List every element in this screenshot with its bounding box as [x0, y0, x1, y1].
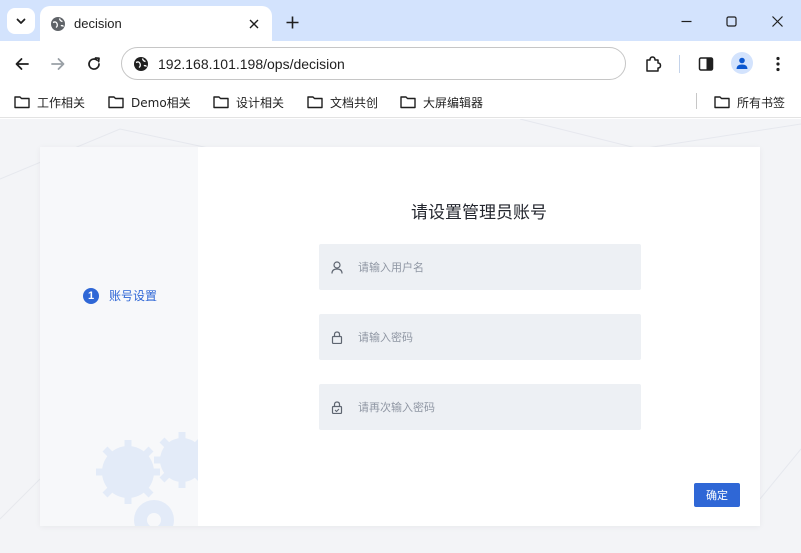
bookmark-label: Demo相关 — [131, 95, 191, 110]
bookmarks-divider — [696, 93, 697, 109]
toolbar-divider — [679, 55, 680, 73]
username-input[interactable] — [358, 260, 628, 274]
password-field[interactable] — [319, 314, 641, 360]
side-panel-button[interactable] — [694, 52, 718, 76]
close-icon[interactable] — [246, 16, 262, 32]
forward-icon — [51, 58, 65, 70]
profile-icon — [736, 57, 748, 69]
page-viewport: 1 账号设置 请设置管理员账号 请输入用户名 确定 — [0, 119, 801, 553]
back-icon — [15, 58, 29, 70]
maximize-button[interactable] — [720, 10, 742, 32]
page-title: 请设置管理员账号 — [411, 203, 547, 223]
step-account-setup: 1 账号设置 — [83, 287, 157, 304]
extensions-button[interactable] — [641, 52, 665, 76]
folder-icon — [307, 96, 323, 109]
bookmark-label: 文档共创 — [330, 95, 379, 110]
folder-icon — [213, 96, 229, 109]
address-bar[interactable]: 192.168.101.198/ops/decision — [121, 47, 626, 80]
confirm-password-field[interactable] — [319, 384, 641, 430]
new-tab-button[interactable] — [281, 11, 303, 33]
bookmark-label: 设计相关 — [236, 95, 285, 110]
address-url[interactable]: 192.168.101.198/ops/decision — [158, 56, 345, 72]
confirm-password-input[interactable] — [358, 400, 628, 414]
minimize-icon — [681, 20, 691, 22]
menu-icon — [776, 56, 780, 72]
browser-toolbar: 192.168.101.198/ops/decision — [0, 41, 801, 86]
gears-illustration-icon — [96, 432, 198, 526]
folder-icon — [714, 96, 730, 109]
all-bookmarks-label: 所有书签 — [737, 95, 786, 110]
step-number-badge: 1 — [83, 287, 99, 304]
browser-menu-button[interactable] — [766, 52, 790, 76]
bookmark-folder[interactable]: Demo相关 — [108, 92, 191, 112]
extensions-icon — [646, 56, 662, 72]
folder-icon — [14, 96, 30, 109]
globe-icon — [50, 16, 66, 32]
plus-icon — [286, 16, 298, 28]
lock-check-icon — [330, 400, 344, 414]
browser-tab[interactable]: decision — [40, 6, 272, 41]
bookmark-label: 工作相关 — [37, 95, 86, 110]
site-info-icon[interactable] — [132, 55, 150, 73]
close-icon — [771, 15, 783, 27]
minimize-button[interactable] — [675, 10, 697, 32]
side-panel-icon — [698, 57, 714, 71]
reload-icon — [88, 57, 100, 70]
chevron-down-icon — [16, 18, 26, 24]
folder-icon — [400, 96, 416, 109]
maximize-icon — [725, 15, 737, 27]
tab-title: decision — [74, 16, 122, 31]
confirm-button[interactable]: 确定 — [694, 483, 740, 507]
bookmark-folder[interactable]: 工作相关 — [14, 92, 85, 112]
window-close-button[interactable] — [766, 10, 788, 32]
user-icon — [330, 260, 344, 274]
step-label: 账号设置 — [109, 289, 158, 303]
profile-button[interactable] — [731, 52, 753, 74]
folder-icon — [108, 96, 124, 109]
reload-button[interactable] — [82, 52, 106, 76]
steps-panel: 1 账号设置 — [40, 147, 198, 526]
bookmark-folder[interactable]: 设计相关 — [213, 92, 284, 112]
lock-icon — [330, 330, 344, 344]
forward-button[interactable] — [46, 52, 70, 76]
browser-title-bar: decision — [0, 0, 801, 41]
back-button[interactable] — [10, 52, 34, 76]
setup-card: 1 账号设置 请设置管理员账号 请输入用户名 确定 — [40, 147, 760, 526]
bookmark-folder[interactable]: 文档共创 — [307, 92, 378, 112]
tab-search-button[interactable] — [7, 8, 35, 34]
bookmarks-bar: 工作相关 Demo相关 设计相关 文档共创 大屏编辑器 所有书签 — [0, 86, 801, 118]
bookmark-label: 大屏编辑器 — [423, 95, 484, 110]
all-bookmarks-button[interactable]: 所有书签 — [714, 92, 785, 112]
bookmark-folder[interactable]: 大屏编辑器 — [400, 92, 483, 112]
username-field[interactable] — [319, 244, 641, 290]
password-input[interactable] — [358, 330, 628, 344]
